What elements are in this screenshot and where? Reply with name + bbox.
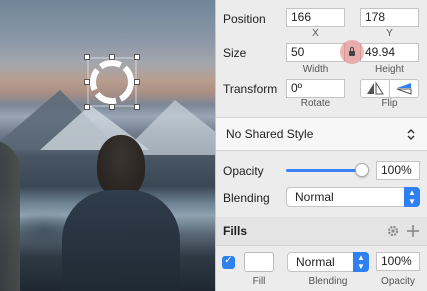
position-y-field[interactable]: 178 xyxy=(360,8,419,27)
selected-layer[interactable] xyxy=(84,54,140,110)
plus-icon[interactable] xyxy=(406,224,420,238)
width-field[interactable]: 50 xyxy=(286,43,345,62)
gear-icon[interactable] xyxy=(386,224,400,238)
flip-vertical-icon xyxy=(396,83,412,95)
resize-handle-top-right[interactable] xyxy=(134,54,140,60)
checkmark-icon: ✓ xyxy=(224,255,233,266)
dashed-circle-icon xyxy=(87,57,137,107)
blending-value: Normal xyxy=(295,190,334,204)
flip-vertical-button[interactable] xyxy=(389,79,419,98)
rotate-caption: Rotate xyxy=(300,98,331,109)
resize-handle-bottom-right[interactable] xyxy=(134,104,140,110)
fills-header: Fills xyxy=(216,217,427,245)
size-label: Size xyxy=(223,46,247,60)
lock-icon-body xyxy=(349,51,355,56)
position-label: Position xyxy=(223,12,266,26)
fill-blending-value: Normal xyxy=(296,255,335,269)
resize-handle-bottom[interactable] xyxy=(109,104,115,110)
position-y-caption: Y xyxy=(386,28,393,39)
resize-handle-top-left[interactable] xyxy=(84,54,90,60)
background-rock xyxy=(0,140,20,291)
canvas-photo[interactable] xyxy=(0,0,215,291)
resize-handle-bottom-left[interactable] xyxy=(84,104,90,110)
divider xyxy=(216,150,427,151)
resize-handle-top[interactable] xyxy=(109,54,115,60)
fill-enabled-checkbox[interactable]: ✓ xyxy=(222,255,235,269)
flip-horizontal-button[interactable] xyxy=(360,79,390,98)
height-field[interactable]: 49.94 xyxy=(360,43,419,62)
position-x-field[interactable]: 166 xyxy=(286,8,345,27)
flip-caption: Flip xyxy=(381,98,398,109)
divider xyxy=(216,245,427,246)
person-head xyxy=(97,135,145,197)
transform-label: Transform xyxy=(223,82,278,96)
position-x-caption: X xyxy=(312,28,319,39)
resize-handle-left[interactable] xyxy=(84,79,90,85)
fill-swatch-caption: Fill xyxy=(252,276,266,287)
up-down-chevron-icon xyxy=(407,129,415,140)
fill-blending-caption: Blending xyxy=(308,276,348,287)
rotate-field[interactable]: 0º xyxy=(286,79,345,98)
person-silhouette xyxy=(62,135,180,291)
person-body xyxy=(62,190,180,291)
chevron-up-down-icon: ▲ ▼ xyxy=(353,252,369,272)
inspector-panel: Position 166 X 178 Y Size 50 Width 49.94… xyxy=(215,0,427,291)
flip-horizontal-icon xyxy=(367,81,384,95)
resize-handle-right[interactable] xyxy=(134,79,140,85)
shared-style-select[interactable]: No Shared Style xyxy=(216,118,427,150)
fill-blending-select[interactable]: Normal ▲ ▼ xyxy=(287,252,369,272)
opacity-label: Opacity xyxy=(223,164,264,178)
blending-label: Blending xyxy=(223,191,270,205)
fills-title: Fills xyxy=(223,224,248,238)
height-caption: Height xyxy=(375,64,404,75)
shared-style-value: No Shared Style xyxy=(226,127,314,141)
opacity-field[interactable]: 100% xyxy=(376,161,420,180)
blending-select[interactable]: Normal ▲ ▼ xyxy=(286,187,420,207)
chevron-up-down-icon: ▲ ▼ xyxy=(404,187,420,207)
fill-opacity-field[interactable]: 100% xyxy=(376,252,420,271)
opacity-slider-knob[interactable] xyxy=(355,163,369,177)
width-caption: Width xyxy=(302,64,329,75)
fill-opacity-caption: Opacity xyxy=(381,276,415,287)
opacity-slider-track[interactable] xyxy=(286,169,362,172)
fill-color-swatch[interactable] xyxy=(244,252,274,272)
